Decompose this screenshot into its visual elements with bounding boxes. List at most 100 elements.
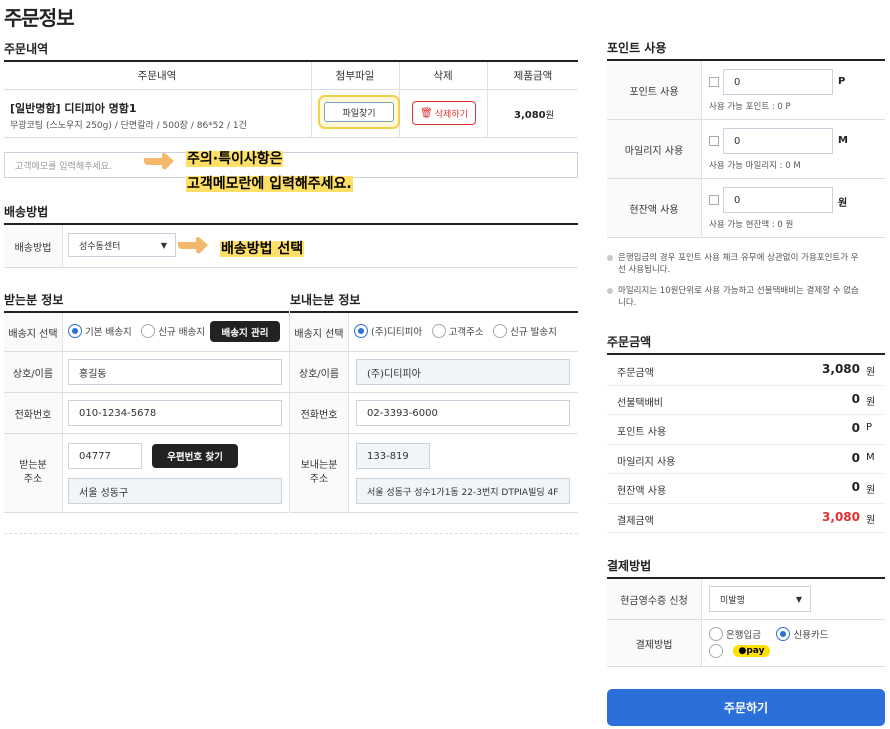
- summary-row-label: 주문금액: [617, 368, 654, 379]
- shipping-callout: 배송방법 선택: [220, 241, 305, 257]
- point-use-checkbox[interactable]: [709, 77, 719, 87]
- item-price: 3,080원: [514, 110, 554, 121]
- item-name: [일반명함] 디티피아 명함1: [10, 102, 137, 115]
- summary-row-label: 포인트 사용: [617, 427, 667, 438]
- mileage-hint: 사용 가능 마일리지 : 0 M: [709, 161, 801, 171]
- bank-radio[interactable]: [709, 627, 723, 641]
- sender-customer-radio[interactable]: [431, 324, 446, 338]
- summary-row-divider: [607, 443, 885, 445]
- pointing-hand-icon: [144, 153, 174, 170]
- kakaopay-option: ●pay: [709, 644, 771, 658]
- sender-new-radio[interactable]: [493, 324, 508, 338]
- summary-row-unit: M: [866, 451, 875, 463]
- point-unit: P: [838, 76, 846, 87]
- method-options: 은행입금 신용카드: [709, 627, 834, 641]
- sender-addr-label: 보내는분 주소: [290, 434, 348, 512]
- summary-row-unit: 원: [866, 514, 876, 526]
- receiver-dest-label: 배송지 선택: [4, 313, 62, 351]
- attach-highlight: 파일찾기: [318, 95, 400, 129]
- point-use-label: 포인트 사용: [607, 61, 701, 119]
- payment-section-title: 결제방법: [607, 559, 652, 573]
- receiver-addr-input[interactable]: 서울 성동구: [68, 478, 282, 504]
- shipping-label: 배송방법: [4, 225, 62, 267]
- points-note-2: 마일리지는 10원단위로 사용 가능하고 선불택배비는 결제할 수 없습 니다.: [607, 285, 887, 309]
- page-title: 주문정보: [4, 6, 75, 30]
- summary-row-value: 0: [851, 480, 860, 494]
- caret-down-icon: ▼: [795, 594, 802, 604]
- sender-name-input[interactable]: (주)디티피아: [356, 359, 570, 385]
- sender-section-title: 보내는분 정보: [290, 293, 361, 307]
- order-section-title: 주문내역: [4, 42, 49, 56]
- method-label: 결제방법: [607, 620, 701, 666]
- summary-row-unit: 원: [866, 485, 876, 496]
- summary-row-divider: [607, 532, 885, 533]
- col-order-detail: 주문내역: [137, 70, 177, 82]
- summary-row-divider: [607, 384, 885, 386]
- card-radio[interactable]: [776, 627, 791, 641]
- receiver-section-title: 받는분 정보: [4, 293, 64, 307]
- col-delete: 삭제: [433, 70, 453, 82]
- manage-dest-button[interactable]: 배송지 관리: [210, 321, 280, 342]
- summary-row-divider: [607, 473, 885, 474]
- summary-row-label: 선불택배비: [617, 397, 663, 409]
- summary-row-divider: [607, 414, 885, 415]
- balance-use-input[interactable]: 0: [723, 187, 833, 213]
- point-use-input[interactable]: 0: [723, 69, 833, 95]
- summary-row-unit: 원: [866, 396, 876, 408]
- summary-row-label: 현잔액 사용: [617, 486, 667, 497]
- kakaopay-badge: ●pay: [732, 645, 771, 657]
- bullet-icon: [607, 288, 613, 294]
- mileage-use-label: 마일리지 사용: [607, 120, 701, 178]
- summary-row-value: 0: [851, 450, 860, 465]
- receiver-default-radio[interactable]: [68, 324, 82, 338]
- summary-row-value: 0: [851, 391, 860, 406]
- summary-row-value: 3,080: [822, 509, 860, 524]
- item-desc: 무광코팅 (스노우지 250g) / 단면칼라 / 500장 / 86*52 /…: [10, 121, 247, 131]
- summary-row-unit: P: [866, 422, 873, 433]
- trash-icon: 🗑: [420, 107, 433, 119]
- bullet-icon: [607, 255, 613, 261]
- sender-dest-label: 배송지 선택: [290, 313, 348, 351]
- sender-company-radio[interactable]: [354, 324, 368, 338]
- kakaopay-radio[interactable]: [709, 644, 723, 658]
- sender-phone-input[interactable]: 02-3393-6000: [356, 400, 570, 426]
- receipt-select[interactable]: 미발행 ▼: [709, 586, 811, 612]
- zip-search-button[interactable]: 우편번호 찾기: [152, 444, 238, 468]
- balance-unit: 원: [838, 198, 848, 209]
- summary-row-value: 3,080: [822, 362, 860, 376]
- caret-down-icon: ▼: [160, 240, 167, 250]
- delete-button[interactable]: 🗑 삭제하기: [412, 101, 476, 125]
- summary-section-title: 주문금액: [607, 335, 652, 349]
- receiver-phone-input[interactable]: 010-1234-5678: [68, 400, 282, 426]
- sender-addr-input[interactable]: 서울 성동구 성수1가1동 22-3번지 DTPIA빌딩 4F: [356, 478, 570, 504]
- shipping-select[interactable]: 성수동센터 ▼: [68, 233, 176, 257]
- col-attachment: 첨부파일: [335, 70, 375, 82]
- summary-row-divider: [607, 502, 885, 504]
- mileage-use-checkbox[interactable]: [709, 136, 719, 146]
- mileage-unit: M: [838, 135, 848, 146]
- file-find-button[interactable]: 파일찾기: [324, 102, 394, 122]
- receiver-zip-input[interactable]: 04777: [68, 443, 142, 469]
- pointing-hand-icon: [178, 237, 208, 254]
- receiver-new-radio[interactable]: [141, 324, 156, 338]
- receiver-dest-options: 기본 배송지 신규 배송지: [68, 324, 211, 338]
- receiver-name-input[interactable]: 홍길동: [68, 359, 282, 385]
- order-table-top-border: [4, 60, 578, 62]
- sender-dest-options: (주)디티피아 고객주소 신규 발송지: [354, 324, 563, 338]
- receiver-phone-label: 전화번호: [4, 393, 62, 433]
- memo-callout-line1: 주의·특이사항은: [186, 151, 284, 167]
- sender-phone-label: 전화번호: [290, 393, 348, 433]
- col-price: 제품금액: [513, 70, 553, 82]
- submit-order-button[interactable]: 주문하기: [607, 689, 885, 726]
- summary-row-unit: 원: [866, 367, 876, 378]
- balance-use-checkbox[interactable]: [709, 195, 719, 205]
- delete-label: 삭제하기: [434, 109, 468, 120]
- mileage-use-input[interactable]: 0: [723, 128, 833, 154]
- shipping-selected-value: 성수동센터: [79, 241, 121, 252]
- balance-use-label: 현잔액 사용: [607, 179, 701, 237]
- receipt-label: 현금영수증 신청: [607, 579, 701, 619]
- receiver-addr-label: 받는분 주소: [4, 434, 62, 512]
- receipt-selected-value: 미발행: [720, 595, 745, 606]
- sender-zip-input[interactable]: 133-819: [356, 443, 430, 469]
- shipping-section-title: 배송방법: [4, 205, 49, 219]
